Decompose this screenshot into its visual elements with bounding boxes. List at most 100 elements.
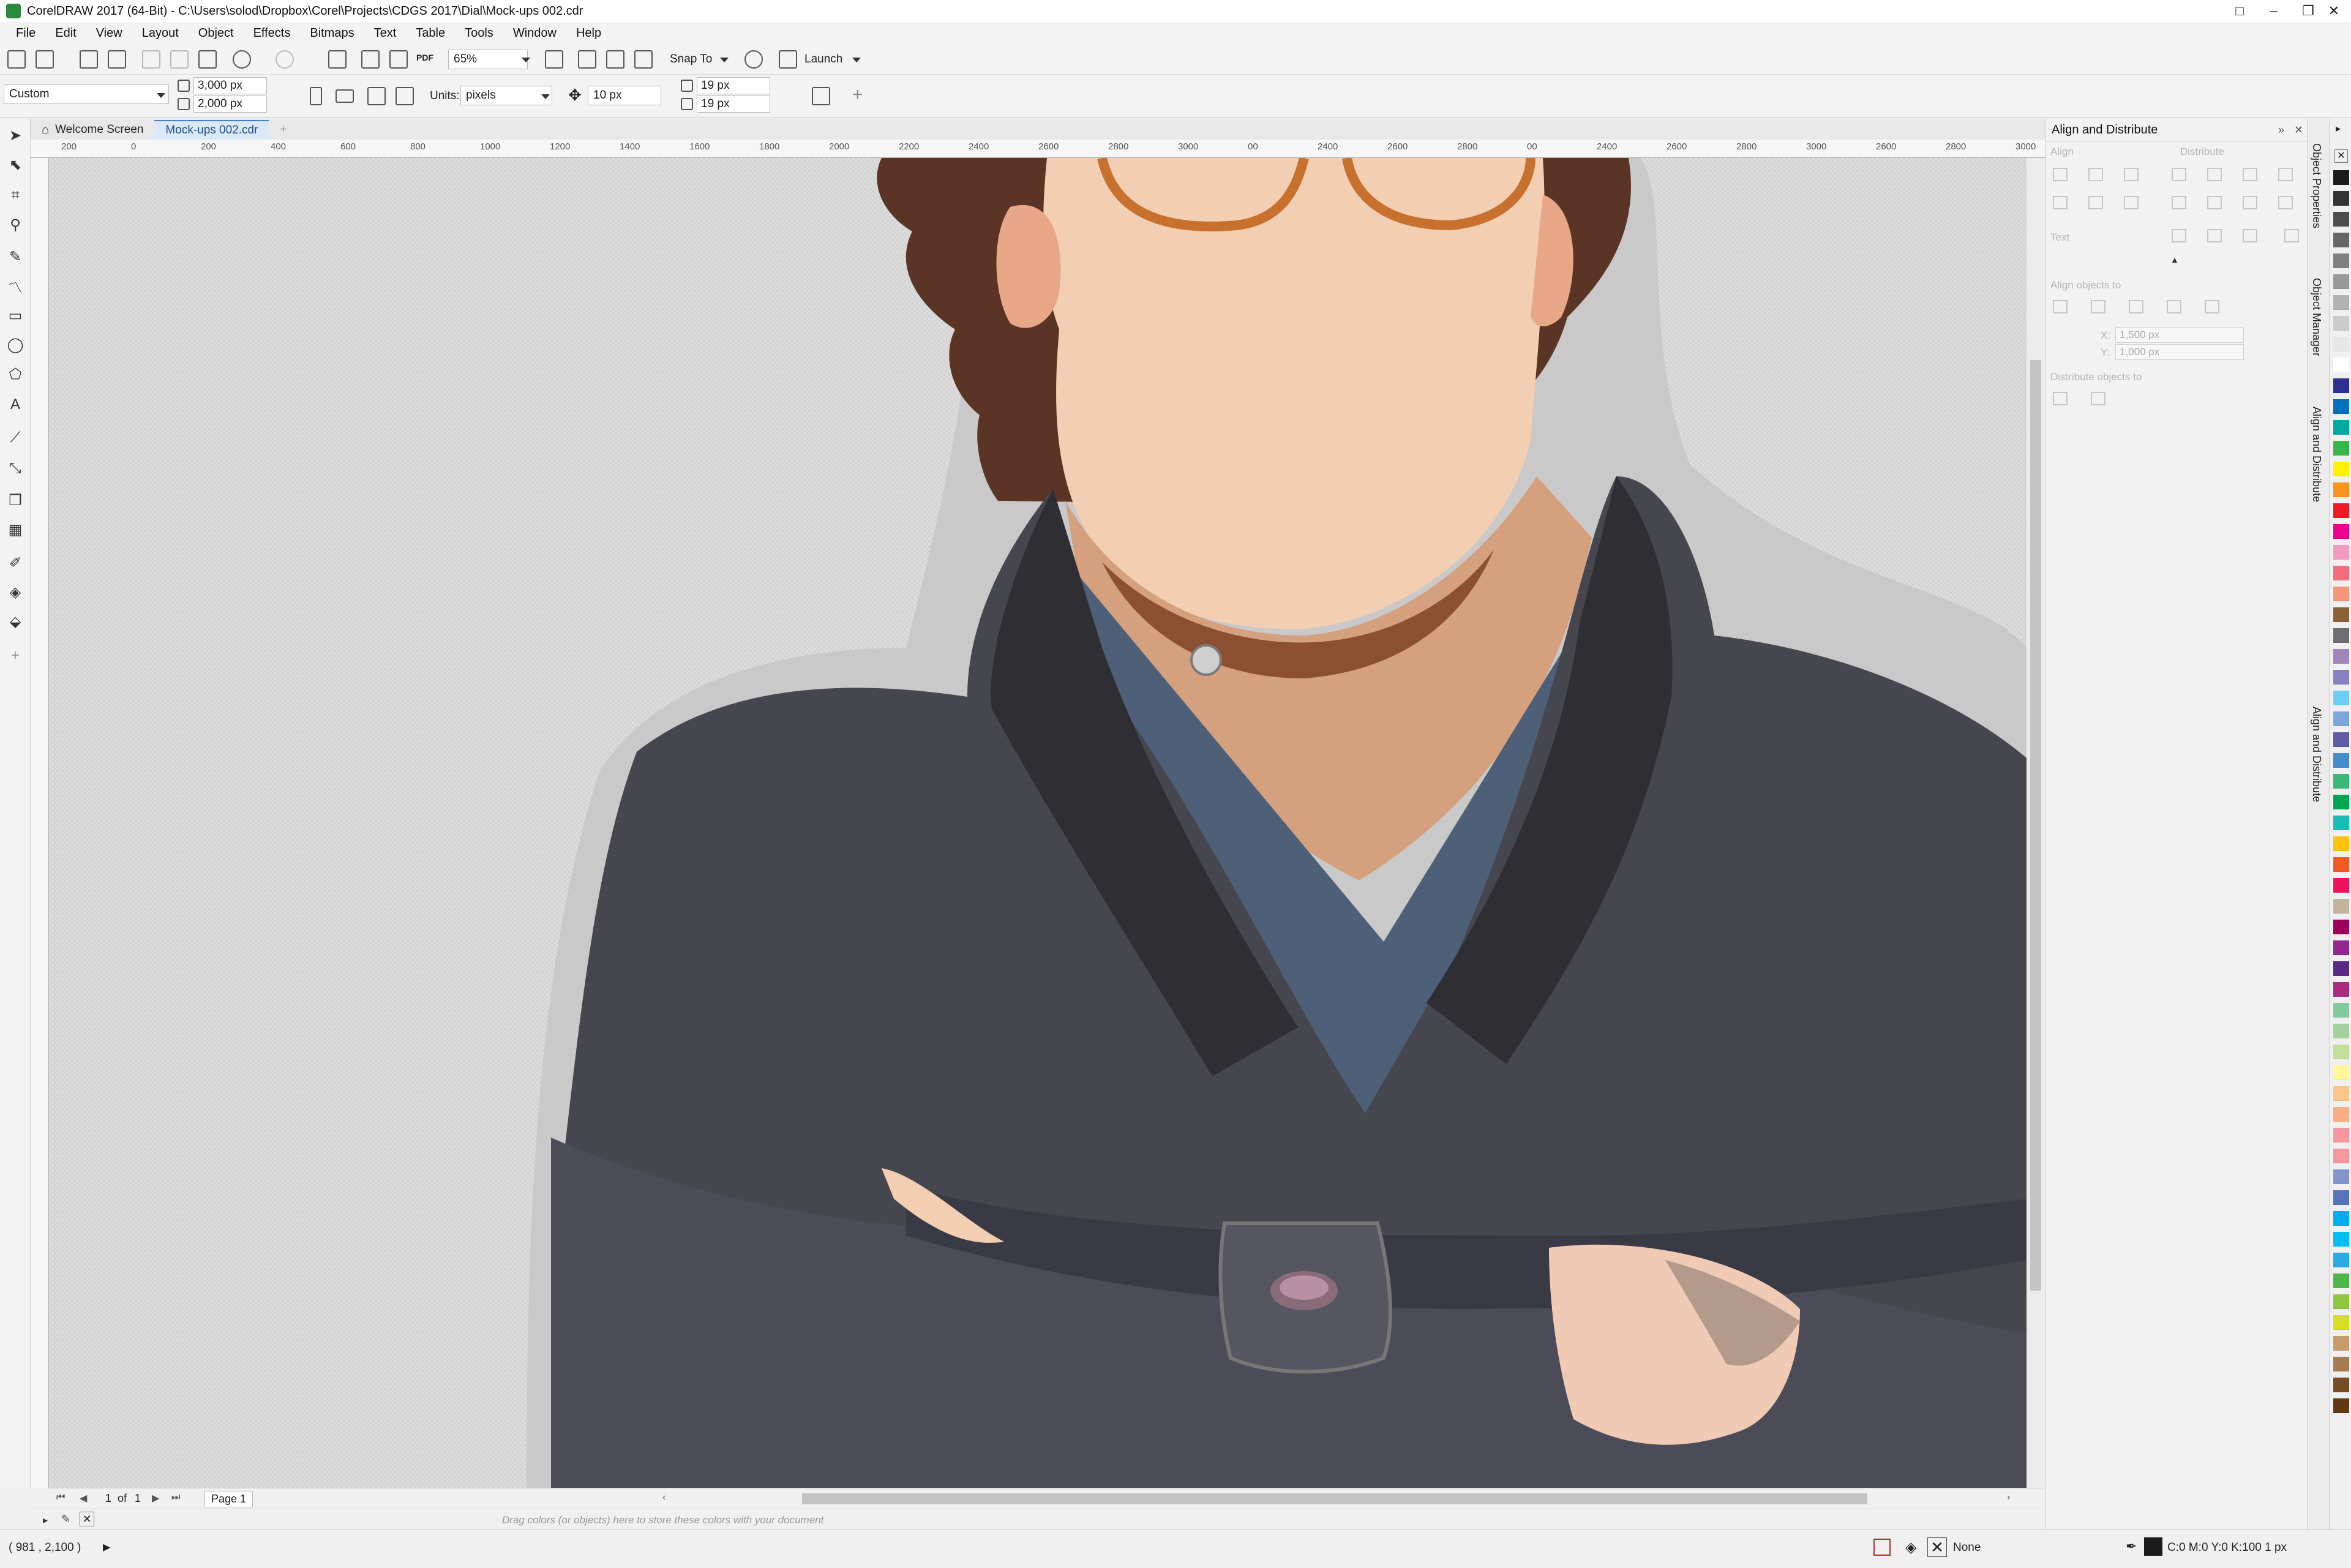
palette-swatch[interactable] [2333,1024,2349,1038]
add-icon[interactable]: + [852,84,863,105]
text-baseline-first-icon[interactable] [2172,229,2186,242]
pick-tool-icon[interactable]: ➤ [6,126,24,144]
outline-color-swatch[interactable] [2144,1537,2162,1556]
transparency-tool-icon[interactable]: ▦ [6,520,24,539]
previous-page-icon[interactable]: ◀ [80,1492,87,1504]
tab-welcome-screen[interactable]: ⌂ Welcome Screen [31,120,154,140]
color-proof-icon[interactable] [1873,1539,1891,1556]
color-eyedropper-icon[interactable]: ✐ [6,553,24,572]
text-baseline-last-icon[interactable] [2207,229,2222,242]
all-pages-icon[interactable] [367,87,386,105]
palette-swatch[interactable] [2333,253,2349,268]
menu-text[interactable]: Text [364,26,407,40]
launch-icon[interactable] [779,50,797,69]
landscape-icon[interactable] [336,89,354,103]
distribute-middle-icon[interactable] [2207,196,2222,209]
palette-swatch[interactable] [2333,1378,2349,1392]
palette-menu-icon[interactable]: ▸ [43,1514,48,1526]
menu-bitmaps[interactable]: Bitmaps [300,26,364,40]
align-to-point-icon[interactable] [2205,300,2219,313]
palette-swatch[interactable] [2333,670,2349,685]
palette-swatch[interactable] [2333,1232,2349,1247]
copy-icon[interactable] [170,50,189,69]
menu-layout[interactable]: Layout [132,26,189,40]
palette-swatch[interactable] [2333,1294,2349,1309]
palette-swatch[interactable] [2333,1065,2349,1080]
distribute-spacing-h-icon[interactable] [2278,168,2293,181]
drop-shadow-icon[interactable]: ❒ [6,491,24,509]
palette-swatch[interactable] [2333,711,2349,726]
drawing-canvas[interactable] [49,158,2027,1488]
treat-as-filled-icon[interactable] [812,87,830,105]
units-dropdown-icon[interactable] [541,94,550,99]
align-to-grid-icon[interactable] [2167,300,2181,313]
palette-swatch[interactable] [2333,1128,2349,1142]
snap-to-dropdown-icon[interactable] [720,58,729,62]
align-center-horizontal-icon[interactable] [2088,168,2103,181]
palette-swatch[interactable] [2333,1190,2349,1205]
connector-tool-icon[interactable]: ⤡ [6,459,24,478]
vertical-scroll-thumb[interactable] [2030,360,2041,1291]
page-size-dropdown-icon[interactable] [157,93,165,98]
distribute-bottom-icon[interactable] [2243,196,2257,209]
distribute-right-icon[interactable] [2243,168,2257,181]
palette-swatch[interactable] [2333,399,2349,414]
palette-swatch[interactable] [2333,816,2349,830]
palette-swatch[interactable] [2333,1211,2349,1226]
palette-swatch[interactable] [2333,961,2349,976]
menu-effects[interactable]: Effects [244,26,301,40]
scroll-right-icon[interactable]: › [2007,1492,2010,1503]
palette-swatch[interactable] [2333,191,2349,206]
no-color-icon[interactable]: ✕ [80,1512,94,1526]
import-icon[interactable] [361,50,380,69]
scroll-left-icon[interactable]: ‹ [662,1492,666,1503]
tab-object-manager[interactable]: Object Manager [2310,278,2323,356]
palette-swatch[interactable] [2333,233,2349,247]
portrait-icon[interactable] [310,87,322,105]
palette-swatch[interactable] [2333,1253,2349,1267]
align-to-active-object-icon[interactable] [2053,300,2068,313]
menu-view[interactable]: View [86,26,132,40]
palette-swatch[interactable] [2333,358,2349,372]
interactive-fill-icon[interactable]: ◈ [6,583,24,601]
palette-swatch[interactable] [2333,1274,2349,1288]
palette-swatch[interactable] [2333,899,2349,913]
fill-none-swatch[interactable]: ✕ [1927,1537,1947,1557]
align-bottom-icon[interactable] [2124,196,2139,209]
palette-swatch[interactable] [2333,441,2349,456]
align-center-vertical-icon[interactable] [2088,196,2103,209]
palette-swatch[interactable] [2333,1003,2349,1018]
distribute-spacing-v-icon[interactable] [2278,196,2293,209]
redo-icon[interactable] [276,50,294,69]
menu-tools[interactable]: Tools [455,26,503,40]
align-to-selection-icon[interactable] [2091,300,2105,313]
align-top-icon[interactable] [2053,196,2068,209]
ellipse-tool-icon[interactable]: ◯ [6,336,24,354]
horizontal-scroll-thumb[interactable] [802,1493,1867,1504]
tab-mockups-document[interactable]: Mock-ups 002.cdr [154,120,269,140]
launch-button[interactable]: Launch [804,53,842,66]
zoom-tool-icon[interactable]: ⚲ [6,216,24,234]
palette-swatch[interactable] [2333,545,2349,560]
x-coordinate-field[interactable]: 1,500 px [2115,327,2244,343]
options-gear-icon[interactable] [744,50,763,69]
palette-swatch[interactable] [2333,1398,2349,1413]
next-page-icon[interactable]: ▶ [152,1492,159,1504]
add-tool-icon[interactable]: + [6,647,24,665]
artistic-media-icon[interactable]: 〽 [6,277,24,296]
palette-swatch[interactable] [2333,649,2349,664]
menu-help[interactable]: Help [566,26,611,40]
last-page-icon[interactable]: ⏭ [171,1492,180,1503]
palette-swatch[interactable] [2333,628,2349,643]
menu-object[interactable]: Object [189,26,244,40]
eyedropper-icon[interactable]: ✎ [61,1513,70,1526]
full-screen-preview-icon[interactable] [545,50,563,69]
palette-swatch[interactable] [2333,691,2349,705]
palette-swatch[interactable] [2333,462,2349,476]
align-left-icon[interactable] [2053,168,2068,181]
first-page-icon[interactable]: ⏮ [56,1492,65,1503]
shape-tool-icon[interactable]: ⬉ [6,156,24,174]
duplicate-x-field[interactable]: 19 px [697,77,770,94]
palette-swatch[interactable] [2333,503,2349,518]
status-expand-icon[interactable]: ▶ [103,1541,110,1553]
